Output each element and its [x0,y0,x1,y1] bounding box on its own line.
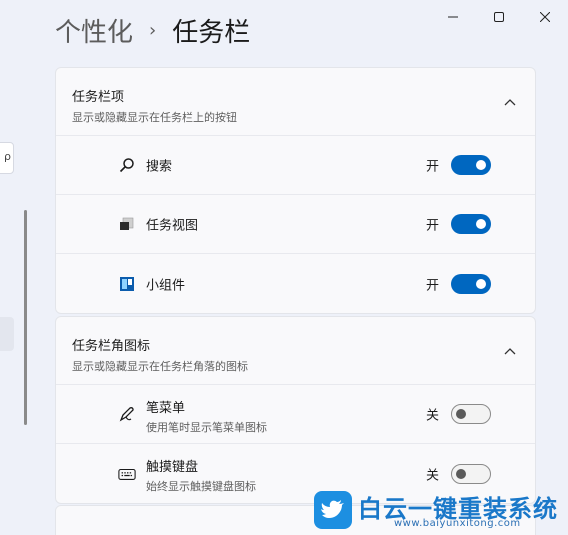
row-description: 使用笔时显示笔菜单图标 [146,421,267,434]
group-subtitle: 显示或隐藏显示在任务栏角落的图标 [72,360,248,373]
group-title: 任务栏项 [72,90,125,105]
toggle-state-text: 开 [425,159,439,175]
taskbar-items-group: 任务栏项 显示或隐藏显示在任务栏上的按钮 搜索 开 任务视图 开 小组件 开 [55,67,536,314]
row-label-block: 笔菜单 使用笔时显示笔菜单图标 [146,397,267,435]
close-icon [540,12,550,22]
chevron-up-icon[interactable] [503,345,517,359]
row-label: 搜索 [146,159,173,175]
group-title: 任务栏角图标 [72,339,151,354]
sidebar-item-active[interactable] [0,317,14,351]
bird-logo-icon [314,491,352,529]
minimize-button[interactable] [430,0,476,34]
setting-row-pen-menu: 笔菜单 使用笔时显示笔菜单图标 关 [56,385,535,444]
maximize-button[interactable] [476,0,522,34]
toggle-state-text: 开 [425,218,439,234]
sidebar-scrollbar[interactable] [24,210,27,425]
watermark: 白云一键重装系统 www.baiyunxitong.com [314,489,562,531]
task-view-toggle[interactable] [451,214,491,234]
row-label: 笔菜单 [146,401,186,416]
sidebar-search-box[interactable]: ρ [0,142,14,174]
taskbar-items-header[interactable]: 任务栏项 显示或隐藏显示在任务栏上的按钮 [56,68,535,136]
chevron-up-icon[interactable] [503,96,517,110]
sidebar-edge [0,0,40,535]
row-label: 任务视图 [146,218,199,234]
window-caption-controls [430,0,568,34]
page-title: 任务栏 [172,17,251,48]
watermark-url: www.baiyunxitong.com [394,518,521,529]
row-description: 始终显示触摸键盘图标 [146,480,256,493]
breadcrumb: 个性化 › 任务栏 [55,10,250,50]
window-right-edge [556,0,568,535]
setting-row-widgets: 小组件 开 [56,254,535,313]
maximize-icon [494,12,504,22]
row-label: 小组件 [146,278,186,293]
sidebar-search-hint: ρ [4,150,11,163]
group-subtitle: 显示或隐藏显示在任务栏上的按钮 [72,111,237,124]
toggle-state-text: 关 [425,468,439,483]
search-toggle[interactable] [451,155,491,175]
minimize-icon [448,16,458,18]
setting-row-search: 搜索 开 [56,136,535,195]
breadcrumb-separator: › [149,19,157,41]
search-icon [118,156,136,174]
breadcrumb-parent[interactable]: 个性化 [55,12,133,49]
pen-icon [118,405,136,423]
taskbar-corner-icons-group: 任务栏角图标 显示或隐藏显示在任务栏角落的图标 笔菜单 使用笔时显示笔菜单图标 … [55,316,536,504]
row-label-block: 触摸键盘 始终显示触摸键盘图标 [146,456,256,494]
row-label: 触摸键盘 [146,460,199,475]
pen-menu-toggle[interactable] [451,404,491,424]
task-view-icon [118,215,136,233]
setting-row-task-view: 任务视图 开 [56,195,535,254]
toggle-state-text: 开 [425,278,439,293]
toggle-state-text: 关 [425,408,439,424]
keyboard-icon [118,465,136,483]
touch-keyboard-toggle[interactable] [451,463,491,484]
widgets-toggle[interactable] [451,273,491,294]
taskbar-corner-icons-header[interactable]: 任务栏角图标 显示或隐藏显示在任务栏角落的图标 [56,317,535,385]
widgets-icon [118,275,136,293]
